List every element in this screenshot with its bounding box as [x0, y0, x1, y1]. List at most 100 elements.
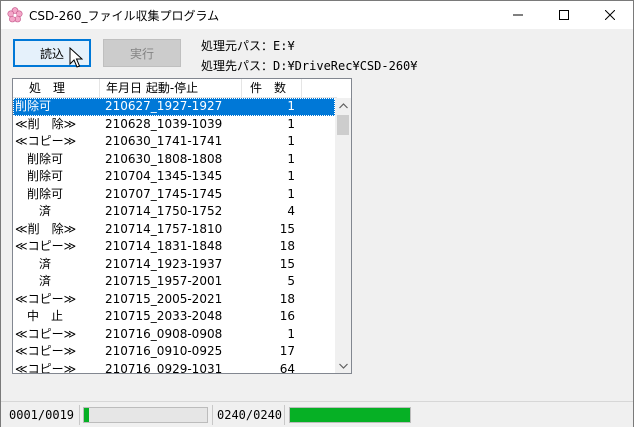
- table-rows: 削除可 210627_1927-1927 1 ≪削 除≫ 210628_1039-103…: [13, 98, 335, 374]
- cell-count: 5: [287, 274, 295, 288]
- cell-action: ≪削 除≫: [15, 116, 77, 131]
- source-path-label: 処理元パス：E:¥: [201, 39, 295, 53]
- cell-count: 18: [279, 291, 295, 306]
- cell-time: 210716_0929-1031: [105, 361, 223, 374]
- cell-count: 16: [279, 309, 295, 323]
- table-row[interactable]: ≪削 除≫ 210714_1757-1810 15: [13, 221, 335, 239]
- cell-action: ≪コピー≫: [15, 239, 77, 253]
- table-row[interactable]: 削除可 210627_1927-1927 1: [13, 98, 335, 116]
- table-row[interactable]: 削除可 210704_1345-1345 1: [13, 168, 335, 186]
- window-title: CSD-260_ファイル収集プログラム: [29, 9, 220, 23]
- status-divider: [212, 405, 213, 425]
- cell-count: 1: [287, 169, 295, 183]
- cell-time: 210714_1757-1810: [105, 221, 223, 236]
- cell-count: 1: [287, 134, 295, 148]
- chevron-up-icon: [338, 103, 348, 109]
- cell-time: 210714_1923-1937: [105, 256, 223, 271]
- cell-action: ≪コピー≫: [15, 361, 77, 374]
- cell-count: 1: [287, 116, 295, 131]
- maximize-button[interactable]: [541, 1, 587, 29]
- cell-count: 1: [287, 151, 295, 166]
- table-row[interactable]: 削除可 210707_1745-1745 1: [13, 186, 335, 204]
- maximize-icon: [559, 10, 569, 20]
- item-progress-fill: [290, 408, 410, 422]
- cell-count: 4: [287, 204, 295, 218]
- cell-time: 210715_2005-2021: [105, 291, 223, 306]
- scroll-up-arrow[interactable]: [335, 98, 351, 114]
- cell-action: 削除可: [15, 151, 64, 166]
- cell-count: 1: [287, 186, 295, 201]
- status-divider: [284, 405, 285, 425]
- scrollbar-thumb[interactable]: [337, 115, 349, 135]
- cell-count: 17: [279, 344, 295, 358]
- dest-path-label: 処理先パス：D:¥DriveRec¥CSD-260¥: [201, 59, 418, 73]
- file-counter: 0001/0019: [9, 408, 75, 422]
- cell-time: 210707_1745-1745: [105, 186, 223, 201]
- close-button[interactable]: [587, 1, 633, 29]
- cell-count: 15: [279, 256, 295, 271]
- column-header-action[interactable]: 処 理: [13, 79, 100, 97]
- cell-count: 64: [279, 361, 295, 374]
- cell-time: 210630_1741-1741: [105, 134, 223, 148]
- column-header-time[interactable]: 年月日 起動-停止: [100, 79, 242, 97]
- close-icon: [605, 10, 615, 20]
- table-row[interactable]: ≪コピー≫ 210716_0929-1031 64: [13, 361, 335, 374]
- cell-action: 削除可: [15, 99, 52, 113]
- table-row[interactable]: ≪コピー≫ 210716_0908-0908 1: [13, 326, 335, 344]
- cell-time: 210716_0908-0908: [105, 326, 223, 341]
- table-header: 処 理 年月日 起動-停止 件 数: [13, 79, 337, 98]
- title-bar[interactable]: CSD-260_ファイル収集プログラム: [1, 1, 633, 29]
- column-header-count[interactable]: 件 数: [242, 79, 302, 97]
- minimize-icon: [513, 14, 523, 16]
- run-button[interactable]: 実行: [103, 39, 181, 67]
- record-list[interactable]: 処 理 年月日 起動-停止 件 数 削除可 210627_1927-1927 1 ≪削…: [12, 78, 352, 374]
- cell-action: ≪コピー≫: [15, 326, 77, 341]
- file-progress-bar: [83, 407, 208, 423]
- cell-time: 210630_1808-1808: [105, 151, 223, 166]
- table-row[interactable]: ≪削 除≫ 210628_1039-1039 1: [13, 116, 335, 134]
- cell-time: 210715_1957-2001: [105, 274, 223, 288]
- cell-action: ≪コピー≫: [15, 291, 77, 306]
- cell-action: 削除可: [15, 186, 64, 201]
- cell-action: ≪削 除≫: [15, 221, 77, 236]
- table-row[interactable]: 中 止 210715_2033-2048 16: [13, 308, 335, 326]
- cell-time: 210716_0910-0925: [105, 344, 223, 358]
- cell-action: ≪コピー≫: [15, 134, 77, 148]
- cell-count: 15: [279, 221, 295, 236]
- cell-time: 210627_1927-1927: [105, 99, 223, 113]
- cell-action: 中 止: [15, 309, 64, 323]
- cell-count: 1: [287, 326, 295, 341]
- table-row[interactable]: 済 210714_1750-1752 4: [13, 203, 335, 221]
- table-row[interactable]: 削除可 210630_1808-1808 1: [13, 151, 335, 169]
- cell-action: 済: [15, 204, 52, 218]
- minimize-button[interactable]: [495, 1, 541, 29]
- file-progress-fill: [84, 408, 89, 422]
- mouse-pointer-icon: [69, 47, 83, 68]
- table-row[interactable]: ≪コピー≫ 210630_1741-1741 1: [13, 133, 335, 151]
- cell-count: 1: [287, 99, 295, 113]
- table-row[interactable]: 済 210714_1923-1937 15: [13, 256, 335, 274]
- cell-time: 210628_1039-1039: [105, 116, 223, 131]
- scroll-down-arrow[interactable]: [335, 358, 351, 373]
- cell-action: ≪コピー≫: [15, 344, 77, 358]
- cell-action: 済: [15, 274, 52, 288]
- table-row[interactable]: ≪コピー≫ 210715_2005-2021 18: [13, 291, 335, 309]
- cell-count: 18: [279, 239, 295, 253]
- cell-action: 済: [15, 256, 52, 271]
- cell-time: 210715_2033-2048: [105, 309, 223, 323]
- table-row[interactable]: 済 210715_1957-2001 5: [13, 273, 335, 291]
- vertical-scrollbar[interactable]: [335, 98, 351, 373]
- item-counter: 0240/0240: [217, 408, 283, 422]
- cell-action: 削除可: [15, 169, 64, 183]
- table-row[interactable]: ≪コピー≫ 210714_1831-1848 18: [13, 238, 335, 256]
- chevron-down-icon: [338, 363, 348, 369]
- cell-time: 210714_1750-1752: [105, 204, 223, 218]
- cell-time: 210714_1831-1848: [105, 239, 223, 253]
- item-progress-bar: [289, 407, 411, 423]
- status-divider: [79, 405, 80, 425]
- app-window: CSD-260_ファイル収集プログラム 読込 実行 処理元パス：E:¥ 処理先パ…: [0, 0, 634, 427]
- cell-time: 210704_1345-1345: [105, 169, 223, 183]
- status-bar: 0001/0019 0240/0240: [1, 401, 633, 427]
- sakura-icon: [7, 7, 23, 23]
- table-row[interactable]: ≪コピー≫ 210716_0910-0925 17: [13, 343, 335, 361]
